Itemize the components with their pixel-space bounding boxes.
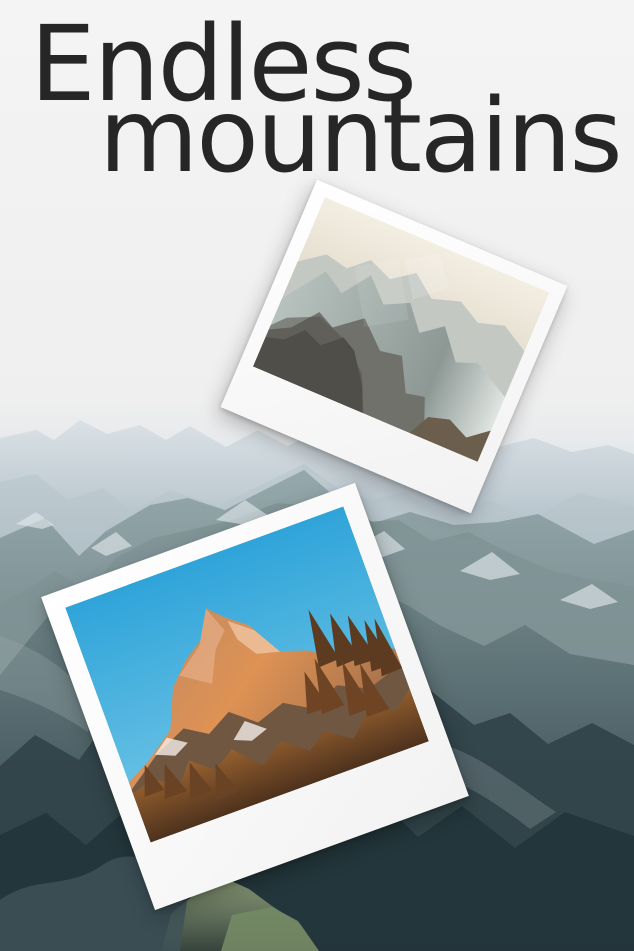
poster-title: Endless mountains [0,0,634,200]
poster: Endless mountains [0,0,634,951]
title-line-mountains: mountains [99,77,623,196]
